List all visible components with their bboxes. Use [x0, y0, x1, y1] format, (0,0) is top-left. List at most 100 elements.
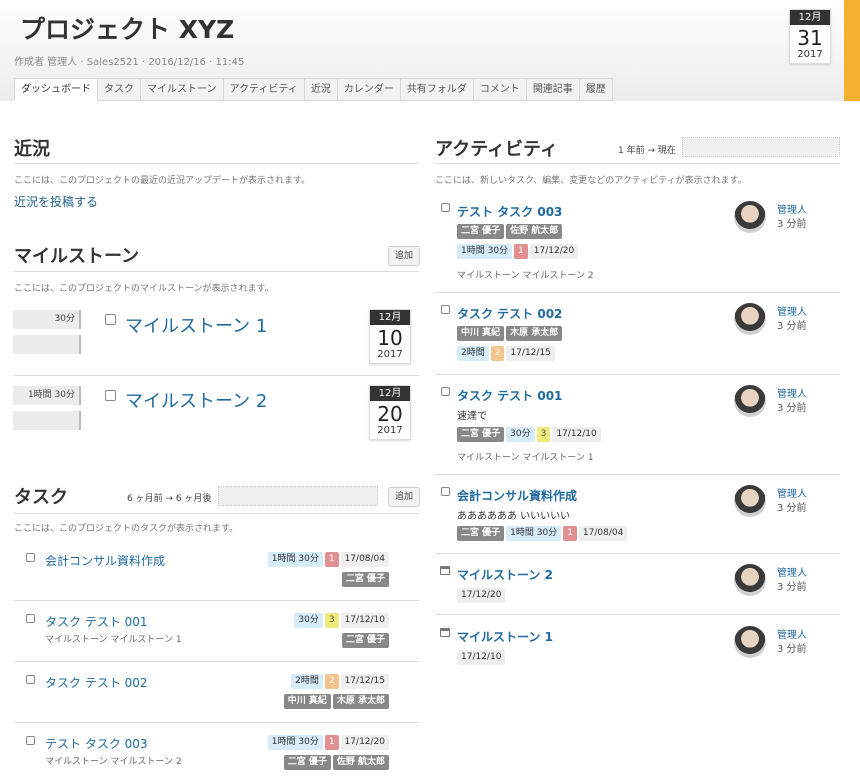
task-name[interactable]: 会計コンサル資料作成 [45, 552, 165, 569]
activity-item-title[interactable]: タスク テスト 002 [457, 305, 562, 322]
tab-updates[interactable]: 近況 [304, 78, 338, 101]
activity-item-title[interactable]: 会計コンサル資料作成 [457, 487, 577, 504]
user-avatar [734, 485, 766, 517]
activity-user[interactable]: 管理人 [777, 385, 807, 400]
assignee-badge: 二宮 優子 [341, 572, 389, 587]
activity-meta: 二宮 優子 1時間 30分 1 17/08/04 [457, 526, 628, 541]
activity-user[interactable]: 管理人 [777, 485, 807, 500]
due-date-badge: 17/08/04 [578, 526, 628, 541]
milestone-checkbox[interactable] [105, 390, 116, 401]
task-checkbox[interactable] [26, 736, 35, 745]
milestone-progress-bar [13, 335, 81, 354]
tab-activity[interactable]: アクティビティ [223, 78, 305, 101]
tab-history[interactable]: 履歴 [579, 78, 613, 101]
milestone-name[interactable]: マイルストーン 1 [125, 312, 267, 338]
calendar-month: 12月 [370, 386, 410, 401]
divider [435, 614, 840, 615]
task-meta: 1時間 30分 1 17/12/20 [267, 735, 389, 750]
due-date-badge: 17/12/20 [457, 588, 506, 603]
priority-badge: 3 [324, 613, 339, 628]
tab-dashboard[interactable]: ダッシュボード [14, 78, 98, 101]
assignee-badge: 二宮 優子 [457, 427, 505, 442]
task-checkbox[interactable] [441, 387, 450, 396]
tasks-range-slider[interactable] [218, 486, 378, 506]
task-assignees: 二宮 優子 佐野 航太郎 [283, 755, 389, 770]
activity-user[interactable]: 管理人 [777, 626, 807, 641]
divider [14, 600, 419, 601]
activity-meta: 二宮 優子 30分 3 17/12/10 [457, 427, 601, 442]
activity-range-slider[interactable] [682, 137, 840, 157]
task-milestone: マイルストーン マイルストーン 2 [45, 757, 182, 767]
activity-comment: 速達で [457, 411, 487, 422]
assignee-badge: 木原 承太郎 [332, 694, 389, 709]
task-checkbox[interactable] [26, 614, 35, 623]
milestone-checkbox[interactable] [105, 314, 116, 325]
divider [435, 163, 840, 164]
activity-time-ago: 3 分前 [777, 321, 807, 332]
tab-shared-folder[interactable]: 共有フォルダ [400, 78, 474, 101]
milestones-title: マイルストーン [14, 246, 140, 267]
task-assignees: 中川 真紀 木原 承太郎 [283, 694, 389, 709]
task-name[interactable]: タスク テスト 002 [45, 674, 148, 691]
post-update-link[interactable]: 近況を投稿する [14, 193, 98, 210]
activity-time-ago: 3 分前 [777, 403, 807, 414]
assignee-badge: 二宮 優子 [457, 526, 505, 541]
add-milestone-button[interactable]: 追加 [388, 246, 421, 266]
activity-user[interactable]: 管理人 [777, 201, 807, 216]
priority-badge: 2 [490, 346, 505, 361]
updates-title: 近況 [14, 139, 50, 160]
divider [14, 661, 419, 662]
milestone-due-calendar: 12月 10 2017 [369, 309, 411, 364]
tab-calendar[interactable]: カレンダー [337, 78, 401, 101]
task-meta: 1時間 30分 1 17/08/04 [267, 552, 389, 567]
assignee-badge: 木原 承太郎 [506, 326, 563, 341]
add-task-button[interactable]: 追加 [388, 487, 421, 507]
milestone-name[interactable]: マイルストーン 2 [125, 387, 267, 413]
priority-badge: 1 [324, 552, 339, 567]
tab-tasks[interactable]: タスク [98, 78, 141, 101]
task-checkbox[interactable] [26, 675, 35, 684]
calendar-icon [440, 566, 450, 575]
user-avatar [734, 626, 766, 658]
task-name[interactable]: タスク テスト 001 [45, 613, 148, 630]
calendar-icon [440, 628, 450, 637]
task-name[interactable]: テスト タスク 003 [45, 735, 148, 752]
activity-assignees: 二宮 優子 佐野 航太郎 [457, 224, 563, 239]
divider [435, 374, 840, 375]
priority-badge: 2 [324, 674, 339, 689]
activity-time-ago: 3 分前 [777, 219, 807, 230]
tab-milestones[interactable]: マイルストーン [141, 78, 224, 101]
assignee-badge: 二宮 優子 [457, 224, 505, 239]
due-date-badge: 17/12/20 [529, 244, 579, 259]
tab-related-articles[interactable]: 関連記事 [526, 78, 580, 101]
due-date-badge: 17/08/04 [340, 552, 389, 567]
activity-item-title[interactable]: タスク テスト 001 [457, 387, 562, 404]
tasks-description: ここには、このプロジェクトのタスクが表示されます。 [14, 524, 239, 534]
activity-user[interactable]: 管理人 [777, 303, 807, 318]
tab-comments[interactable]: コメント [473, 78, 527, 101]
priority-badge: 1 [324, 735, 339, 750]
task-checkbox[interactable] [441, 203, 450, 212]
due-date-badge: 17/12/10 [552, 427, 601, 442]
updates-description: ここには、このプロジェクトの最近の近況アップデートが表示されます。 [14, 176, 311, 186]
task-milestone: マイルストーン マイルストーン 1 [45, 635, 182, 645]
project-header: プロジェクト XYZ 作成者 管理人 · Sales2521 · 2016/12… [0, 0, 860, 101]
activity-user[interactable]: 管理人 [777, 564, 807, 579]
activity-milestone: マイルストーン マイルストーン 1 [457, 453, 594, 463]
activity-meta: 17/12/10 [457, 650, 506, 665]
task-checkbox[interactable] [441, 487, 450, 496]
task-checkbox[interactable] [26, 553, 35, 562]
activity-title: アクティビティ [435, 139, 558, 160]
activity-item-title[interactable]: マイルストーン 2 [457, 566, 553, 583]
activity-comment: ああああああ いいいいい [457, 511, 571, 522]
project-title: プロジェクト XYZ [20, 15, 235, 44]
user-avatar [734, 385, 766, 417]
user-avatar [734, 303, 766, 335]
time-estimate-badge: 30分 [294, 613, 323, 628]
activity-item-title[interactable]: マイルストーン 1 [457, 628, 553, 645]
calendar-year: 2017 [377, 425, 403, 436]
activity-meta: 17/12/20 [457, 588, 506, 603]
time-estimate-badge: 1時間 30分 [267, 552, 323, 567]
task-checkbox[interactable] [441, 305, 450, 314]
activity-item-title[interactable]: テスト タスク 003 [457, 203, 562, 220]
